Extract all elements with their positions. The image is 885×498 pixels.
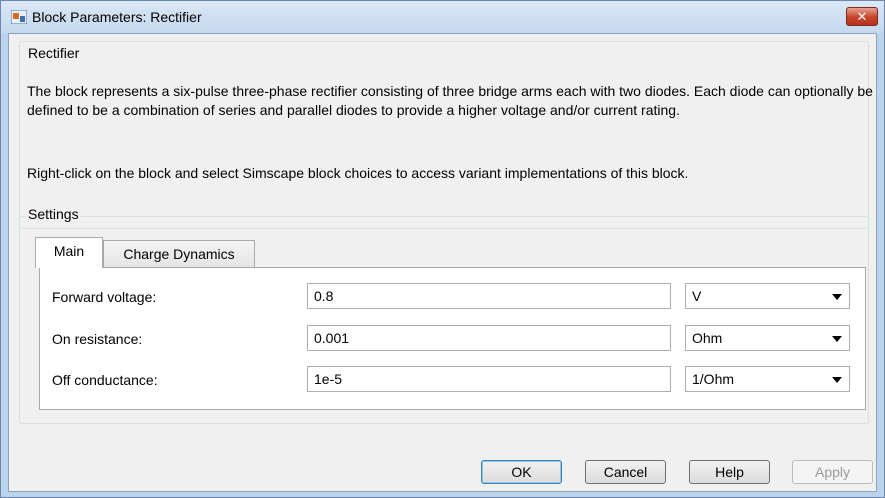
tab-charge-dynamics[interactable]: Charge Dynamics [103, 240, 255, 269]
help-button[interactable]: Help [689, 460, 770, 484]
on-resistance-unit-select[interactable]: Ohm [685, 325, 850, 351]
on-resistance-label: On resistance: [52, 331, 143, 347]
apply-button[interactable]: Apply [792, 460, 873, 484]
rectifier-group-box [19, 41, 869, 229]
cancel-button[interactable]: Cancel [585, 460, 666, 484]
close-button[interactable]: ✕ [846, 7, 878, 26]
dialog-body: Rectifier The block represents a six-pul… [8, 33, 877, 492]
settings-group-title: Settings [26, 206, 81, 222]
main-tab-panel: Forward voltage: 0.8 V On resistance: 0.… [39, 267, 866, 410]
off-conductance-unit-select[interactable]: 1/Ohm [685, 366, 850, 392]
forward-voltage-label: Forward voltage: [52, 289, 157, 305]
rectifier-group-title: Rectifier [26, 45, 82, 61]
chevron-down-icon [832, 336, 842, 342]
off-conductance-label: Off conductance: [52, 372, 158, 388]
title-bar[interactable]: Block Parameters: Rectifier ✕ [1, 1, 884, 33]
on-resistance-unit-value: Ohm [692, 330, 723, 346]
forward-voltage-input[interactable]: 0.8 [307, 283, 671, 309]
ok-button[interactable]: OK [481, 460, 562, 484]
on-resistance-input[interactable]: 0.001 [307, 325, 671, 351]
chevron-down-icon [832, 294, 842, 300]
forward-voltage-unit-select[interactable]: V [685, 283, 850, 309]
block-description: The block represents a six-pulse three-p… [27, 83, 873, 118]
forward-voltage-unit-value: V [692, 288, 702, 304]
off-conductance-input[interactable]: 1e-5 [307, 366, 671, 392]
off-conductance-unit-value: 1/Ohm [692, 371, 735, 387]
simulink-block-icon [11, 10, 27, 24]
chevron-down-icon [832, 377, 842, 383]
tab-main[interactable]: Main [35, 237, 103, 268]
block-variant-note: Right-click on the block and select Sims… [27, 165, 689, 181]
window-title: Block Parameters: Rectifier [32, 9, 202, 25]
dialog-window: Block Parameters: Rectifier ✕ Rectifier … [0, 0, 885, 498]
